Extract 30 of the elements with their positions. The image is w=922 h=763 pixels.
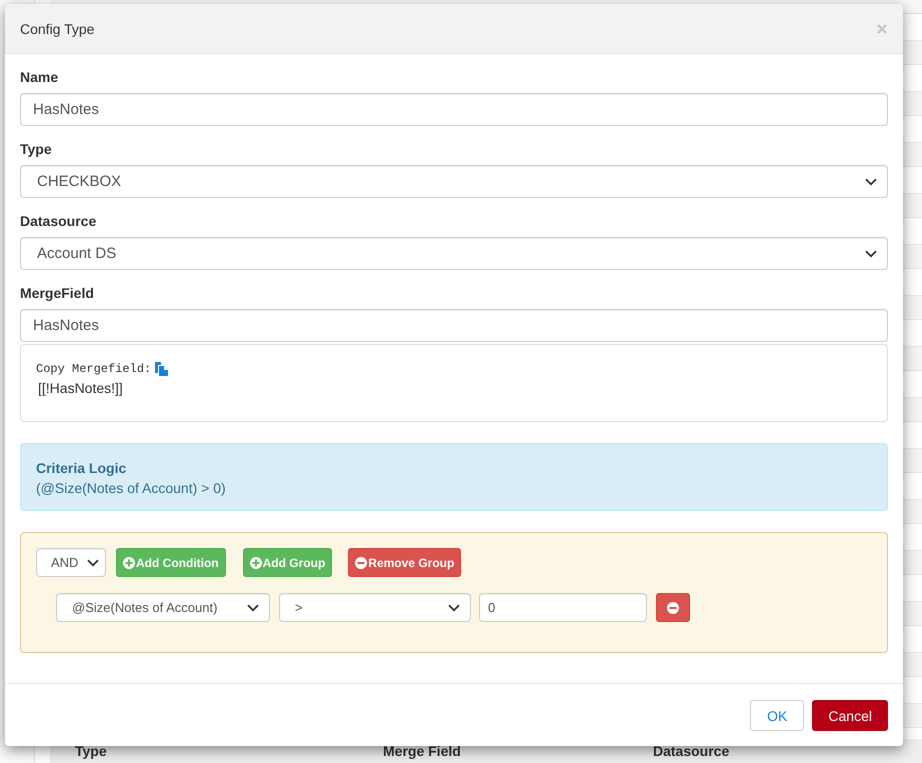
chevron-icon	[865, 178, 877, 186]
input-field[interactable]: HasNotes	[20, 309, 888, 342]
mergefield-code: [[!HasNotes!]]	[38, 379, 123, 398]
conjunction-select[interactable]: AND	[36, 548, 106, 577]
column-header: Type	[75, 742, 107, 760]
chevron-icon	[448, 604, 460, 612]
copy-label: Copy Mergefield:	[36, 362, 152, 376]
field-select[interactable]: @Size(Notes of Account)	[56, 593, 270, 622]
chevron-icon	[865, 250, 877, 258]
copy-icon[interactable]	[155, 362, 168, 376]
field-label: Type	[20, 141, 52, 158]
column-header: Merge Field	[383, 742, 461, 760]
chevron-icon	[87, 558, 99, 566]
field-label: Datasource	[20, 213, 96, 230]
select-field[interactable]: Account DS	[20, 237, 888, 270]
criteria-title: Criteria Logic	[36, 459, 126, 478]
value-input[interactable]: 0	[479, 593, 647, 622]
input-field[interactable]: HasNotes	[20, 93, 888, 126]
dialog-title: Config Type	[20, 20, 94, 36]
field-label: Name	[20, 69, 58, 86]
column-header: Datasource	[653, 742, 730, 760]
remove-button[interactable]: Remove Group	[348, 548, 462, 577]
remove-rule-button[interactable]	[656, 593, 690, 622]
ok-button[interactable]: OK	[750, 700, 804, 731]
cancel-button[interactable]: Cancel	[812, 700, 888, 731]
select-field[interactable]: CHECKBOX	[20, 165, 888, 198]
field-label: MergeField	[20, 285, 94, 302]
chevron-icon	[247, 604, 259, 612]
operator-select[interactable]: >	[279, 593, 471, 622]
criteria-expression: (@Size(Notes of Account) > 0)	[36, 479, 226, 498]
